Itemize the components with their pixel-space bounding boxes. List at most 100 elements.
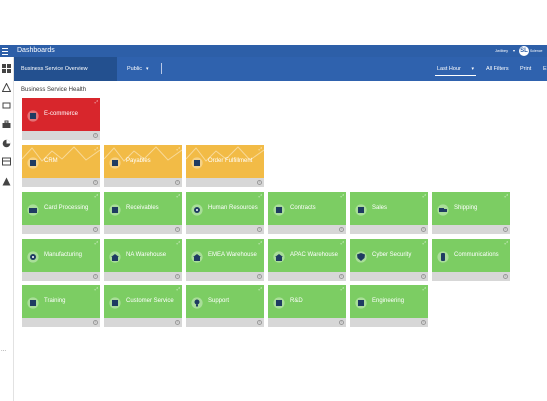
tile-body[interactable]: ⤢ Customer Service bbox=[104, 285, 182, 318]
hamburger-menu-icon[interactable] bbox=[1, 46, 10, 56]
tile-body[interactable]: ⤢ Sales bbox=[350, 192, 428, 225]
pie-icon[interactable] bbox=[2, 139, 11, 148]
expand-icon[interactable]: ⤢ bbox=[95, 193, 98, 198]
tile-body[interactable]: ⤢ R&D bbox=[268, 285, 346, 318]
service-tile[interactable]: ⤢ Sales i bbox=[350, 192, 428, 234]
service-tile[interactable]: ⤢ Cyber Security i bbox=[350, 239, 428, 281]
info-icon[interactable]: i bbox=[257, 274, 262, 279]
service-tile[interactable]: ⤢ APAC Warehouse i bbox=[268, 239, 346, 281]
expand-icon[interactable]: ⤢ bbox=[95, 99, 98, 104]
tile-body[interactable]: ⤢ Payables bbox=[104, 145, 182, 178]
more-icon[interactable]: ··· bbox=[1, 347, 6, 355]
tile-body[interactable]: ⤢ Contracts bbox=[268, 192, 346, 225]
time-range-select[interactable]: Last Hour ▾ bbox=[435, 62, 476, 76]
expand-icon[interactable]: ⤢ bbox=[259, 193, 262, 198]
expand-icon[interactable]: ⤢ bbox=[423, 240, 426, 245]
info-icon[interactable]: i bbox=[175, 180, 180, 185]
service-tile[interactable]: ⤢ Communications i bbox=[432, 239, 510, 281]
expand-icon[interactable]: ⤢ bbox=[177, 240, 180, 245]
info-icon[interactable]: i bbox=[257, 227, 262, 232]
service-tile[interactable]: ⤢ Manufacturing i bbox=[22, 239, 100, 281]
info-icon[interactable]: i bbox=[503, 274, 508, 279]
info-icon[interactable]: i bbox=[175, 227, 180, 232]
tile-body[interactable]: ⤢ Engineering bbox=[350, 285, 428, 318]
service-tile[interactable]: ⤢ Engineering i bbox=[350, 285, 428, 327]
expand-icon[interactable]: ⤢ bbox=[177, 193, 180, 198]
expand-icon[interactable]: ⤢ bbox=[177, 286, 180, 291]
expand-icon[interactable]: ⤢ bbox=[423, 193, 426, 198]
info-icon[interactable]: i bbox=[257, 180, 262, 185]
info-icon[interactable]: i bbox=[339, 274, 344, 279]
service-tile[interactable]: ⤢ Human Resources i bbox=[186, 192, 264, 234]
service-tile[interactable]: ⤢ Card Processing i bbox=[22, 192, 100, 234]
info-icon[interactable]: i bbox=[93, 133, 98, 138]
tile-body[interactable]: ⤢ E-commerce bbox=[22, 98, 100, 131]
tile-body[interactable]: ⤢ Support bbox=[186, 285, 264, 318]
tile-body[interactable]: ⤢ CRM bbox=[22, 145, 100, 178]
expand-icon[interactable]: ⤢ bbox=[177, 146, 180, 151]
service-tile[interactable]: ⤢ Shipping i bbox=[432, 192, 510, 234]
tile-body[interactable]: ⤢ Order Fulfillment bbox=[186, 145, 264, 178]
service-tile[interactable]: ⤢ EMEA Warehouse i bbox=[186, 239, 264, 281]
print-button[interactable]: Print bbox=[520, 64, 531, 74]
service-tile[interactable]: ⤢ R&D i bbox=[268, 285, 346, 327]
info-icon[interactable]: i bbox=[93, 227, 98, 232]
tile-body[interactable]: ⤢ Shipping bbox=[432, 192, 510, 225]
tile-body[interactable]: ⤢ Card Processing bbox=[22, 192, 100, 225]
expand-icon[interactable]: ⤢ bbox=[95, 146, 98, 151]
service-tile[interactable]: ⤢ NA Warehouse i bbox=[104, 239, 182, 281]
edit-button[interactable]: E bbox=[543, 64, 547, 74]
warning-icon[interactable] bbox=[2, 83, 11, 92]
expand-icon[interactable]: ⤢ bbox=[341, 240, 344, 245]
tile-body[interactable]: ⤢ Communications bbox=[432, 239, 510, 272]
all-filters-button[interactable]: All Filters bbox=[486, 64, 509, 74]
expand-icon[interactable]: ⤢ bbox=[341, 286, 344, 291]
info-icon[interactable]: i bbox=[257, 320, 262, 325]
info-icon[interactable]: i bbox=[339, 227, 344, 232]
service-tile[interactable]: ⤢ Receivables i bbox=[104, 192, 182, 234]
service-tile[interactable]: ⤢ Payables i bbox=[104, 145, 182, 187]
expand-icon[interactable]: ⤢ bbox=[259, 286, 262, 291]
tile-body[interactable]: ⤢ Cyber Security bbox=[350, 239, 428, 272]
alert-icon[interactable] bbox=[2, 177, 11, 186]
info-icon[interactable]: i bbox=[93, 180, 98, 185]
info-icon[interactable]: i bbox=[93, 320, 98, 325]
chevron-down-icon[interactable]: ▾ bbox=[146, 64, 149, 74]
service-tile[interactable]: ⤢ Support i bbox=[186, 285, 264, 327]
expand-icon[interactable]: ⤢ bbox=[505, 193, 508, 198]
info-icon[interactable]: i bbox=[421, 320, 426, 325]
briefcase-icon[interactable] bbox=[2, 120, 11, 129]
visibility-selector[interactable]: Public bbox=[127, 64, 142, 74]
info-icon[interactable]: i bbox=[175, 274, 180, 279]
expand-icon[interactable]: ⤢ bbox=[95, 240, 98, 245]
service-tile[interactable]: ⤢ Order Fulfillment i bbox=[186, 145, 264, 187]
service-tile[interactable]: ⤢ CRM i bbox=[22, 145, 100, 187]
info-icon[interactable]: i bbox=[421, 274, 426, 279]
info-icon[interactable]: i bbox=[503, 227, 508, 232]
service-tile[interactable]: ⤢ E-commerce i bbox=[22, 98, 100, 140]
tile-body[interactable]: ⤢ EMEA Warehouse bbox=[186, 239, 264, 272]
service-tile[interactable]: ⤢ Contracts i bbox=[268, 192, 346, 234]
tile-body[interactable]: ⤢ Training bbox=[22, 285, 100, 318]
expand-icon[interactable]: ⤢ bbox=[341, 193, 344, 198]
expand-icon[interactable]: ⤢ bbox=[423, 286, 426, 291]
info-icon[interactable]: i bbox=[421, 227, 426, 232]
tile-body[interactable]: ⤢ Receivables bbox=[104, 192, 182, 225]
info-icon[interactable]: i bbox=[339, 320, 344, 325]
device-icon[interactable] bbox=[2, 101, 11, 110]
tile-body[interactable]: ⤢ Manufacturing bbox=[22, 239, 100, 272]
tile-body[interactable]: ⤢ APAC Warehouse bbox=[268, 239, 346, 272]
service-tile[interactable]: ⤢ Training i bbox=[22, 285, 100, 327]
info-icon[interactable]: i bbox=[93, 274, 98, 279]
tab-business-service-overview[interactable]: Business Service Overview bbox=[13, 57, 117, 81]
tile-body[interactable]: ⤢ NA Warehouse bbox=[104, 239, 182, 272]
expand-icon[interactable]: ⤢ bbox=[95, 286, 98, 291]
user-caret-icon[interactable]: ▾ bbox=[513, 47, 515, 55]
grid-icon[interactable] bbox=[2, 64, 11, 73]
tile-body[interactable]: ⤢ Human Resources bbox=[186, 192, 264, 225]
table-icon[interactable] bbox=[2, 157, 11, 166]
expand-icon[interactable]: ⤢ bbox=[259, 146, 262, 151]
user-name[interactable]: Jwilbey bbox=[495, 47, 508, 55]
service-tile[interactable]: ⤢ Customer Service i bbox=[104, 285, 182, 327]
info-icon[interactable]: i bbox=[175, 320, 180, 325]
